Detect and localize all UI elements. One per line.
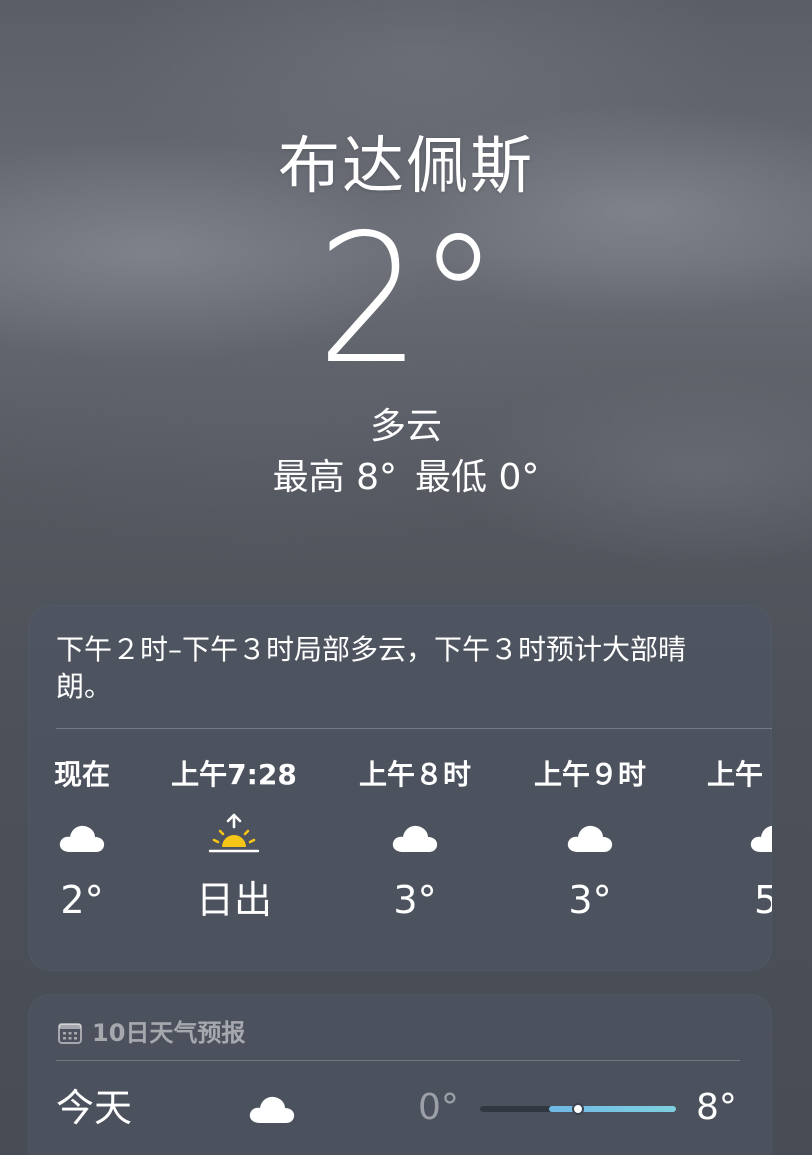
ten-day-forecast-card[interactable]: 10日天气预报 今天 0° 8° <box>28 994 772 1155</box>
calendar-icon <box>58 1023 82 1044</box>
cloud-icon <box>566 821 614 853</box>
hourly-forecast-card[interactable]: 下午２时–下午３时局部多云，下午３时预计大部晴朗。 现在 2° 上午7:28 日… <box>28 605 772 971</box>
hour-item-now: 现在 2° <box>28 755 162 925</box>
hourly-divider <box>56 728 772 729</box>
cloud-icon <box>391 821 439 853</box>
hour-value: 日出 <box>195 878 272 922</box>
sunrise-icon <box>208 813 260 857</box>
city-name: 布达佩斯 <box>277 129 534 202</box>
forecast-day-row[interactable]: 今天 0° 8° <box>28 1080 772 1136</box>
weather-condition: 多云 <box>369 406 442 447</box>
current-temperature-dot <box>572 1103 584 1115</box>
hour-time: 上午 <box>707 758 764 791</box>
temperature-range-bar <box>480 1103 676 1115</box>
hour-item-8am: 上午８时 3° <box>335 755 495 925</box>
hour-item-next: 上午 5 <box>683 755 772 925</box>
hour-time: 上午９时 <box>533 758 646 791</box>
high-temperature: 最高 8° <box>272 457 397 498</box>
hour-item-sunrise: 上午7:28 日出 <box>154 755 314 925</box>
hour-time: 现在 <box>53 758 110 791</box>
hour-value: 3° <box>568 878 612 922</box>
hourly-summary: 下午２时–下午３时局部多云，下午３时预计大部晴朗。 <box>56 633 687 703</box>
forecast-divider <box>56 1060 740 1061</box>
current-temperature-value: 2° <box>316 196 499 403</box>
day-name: 今天 <box>56 1086 133 1130</box>
hour-item-9am: 上午９时 3° <box>510 755 670 925</box>
low-temperature: 最低 0° <box>415 457 540 498</box>
day-high-temperature: 8° <box>696 1087 737 1128</box>
day-low-temperature: 0° <box>418 1087 459 1128</box>
high-low-temperature: 最高 8° 最低 0° <box>0 453 812 503</box>
temperature-range-fill <box>548 1106 676 1112</box>
cloud-icon <box>749 821 772 853</box>
hour-time: 上午８时 <box>358 758 471 791</box>
hour-value: 2° <box>60 878 104 922</box>
cloud-icon <box>58 821 106 853</box>
current-temperature: 2° <box>0 205 812 395</box>
forecast-header: 10日天气预报 <box>58 1014 245 1052</box>
forecast-header-label: 10日天气预报 <box>92 1019 246 1047</box>
hour-time: 上午7:28 <box>171 758 297 791</box>
hour-value: 5 <box>754 878 772 922</box>
cloud-icon <box>248 1092 296 1128</box>
hour-value: 3° <box>393 878 437 922</box>
